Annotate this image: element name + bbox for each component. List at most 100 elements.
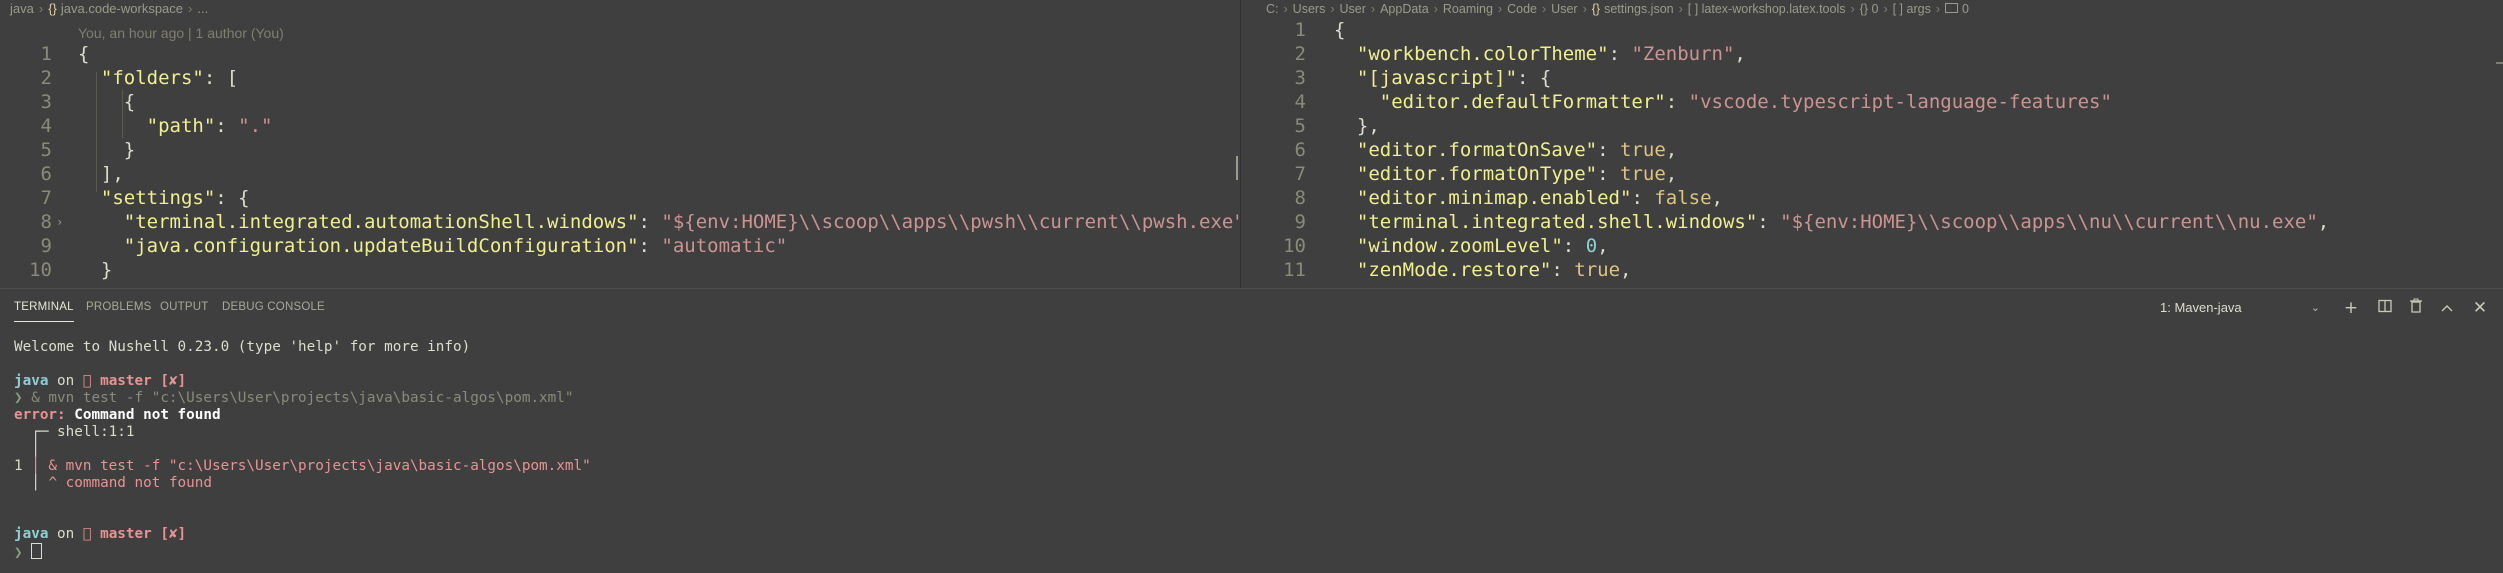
git-blame-codelens[interactable]: You, an hour ago | 1 author (You): [78, 24, 284, 42]
breadcrumb-appdata[interactable]: AppData: [1380, 2, 1429, 16]
right-editor[interactable]: C: › Users › User › AppData › Roaming › Code › User ›…: [1250, 0, 2503, 288]
json-key: "java.configuration.updateBuildConfigura…: [123, 235, 639, 257]
line-number: 5: [1294, 115, 1306, 137]
scrollbar-decoration: [1236, 156, 1238, 180]
breadcrumb-symbol-object[interactable]: {} 0: [1860, 2, 1879, 16]
code-text: : {: [215, 187, 250, 209]
tab-terminal[interactable]: TERMINAL: [14, 299, 74, 322]
breadcrumb-file[interactable]: java.code-workspace: [61, 1, 183, 16]
breadcrumb-folder[interactable]: java: [10, 1, 34, 16]
editor-split-divider[interactable]: [1240, 0, 1241, 288]
json-boolean: true: [1620, 139, 1666, 161]
bottom-panel: TERMINAL PROBLEMS OUTPUT DEBUG CONSOLE 1…: [0, 288, 2503, 573]
breadcrumb: C: › Users › User › AppData › Roaming › Code › User ›…: [1250, 0, 1969, 18]
prompt-chevron-icon: ❯: [14, 390, 23, 406]
code-line: 8 "editor.minimap.enabled": false,: [1250, 186, 2503, 210]
breadcrumb-symbol-tools[interactable]: [ ] latex-workshop.latex.tools: [1688, 2, 1846, 16]
json-string: "vscode.typescript-language-features": [1688, 91, 2112, 113]
split-terminal-icon[interactable]: [2374, 297, 2396, 319]
chevron-right-icon: ›: [1678, 2, 1683, 16]
breadcrumb-roaming[interactable]: Roaming: [1443, 2, 1493, 16]
code-line: 7 "editor.formatOnType": true,: [1250, 162, 2503, 186]
json-key: "editor.minimap.enabled": [1356, 187, 1632, 209]
breadcrumb-code[interactable]: Code: [1507, 2, 1537, 16]
code-text: {: [100, 91, 136, 113]
code-text: :: [1631, 187, 1655, 209]
input-line[interactable]: ❯: [14, 543, 2503, 561]
code-text: },: [1356, 115, 1380, 137]
code-text: :: [1757, 211, 1781, 233]
breadcrumb-symbol-index[interactable]: 0: [1962, 2, 1969, 16]
breadcrumb-user[interactable]: User: [1340, 2, 1366, 16]
trash-icon[interactable]: [2405, 297, 2427, 319]
code-text: ,: [1620, 259, 1632, 281]
chevron-right-icon: ›: [1433, 2, 1438, 16]
breadcrumb-symbol-args[interactable]: [ ] args: [1893, 2, 1931, 16]
code-lines[interactable]: 1{ 2 "workbench.colorTheme": "Zenburn", …: [1250, 18, 2503, 282]
close-panel-icon[interactable]: ✕: [2469, 297, 2491, 319]
left-editor[interactable]: java › {} java.code-workspace ›... You, an h…: [0, 0, 1240, 288]
diagnostic-marker: ^ command not found: [48, 475, 212, 491]
line-number: 7: [1294, 163, 1306, 185]
code-line: 4 "editor.defaultFormatter": "vscode.typ…: [1250, 90, 2503, 114]
json-key: "workbench.colorTheme": [1356, 43, 1609, 65]
error-label: error:: [14, 407, 66, 423]
fold-chevron-icon[interactable]: ›: [56, 210, 63, 234]
line-number: 7: [40, 187, 52, 209]
tab-problems[interactable]: PROBLEMS: [86, 299, 152, 321]
line-number: 5: [40, 139, 52, 161]
line-number: 4: [1294, 91, 1306, 113]
code-text: ,: [2317, 211, 2330, 233]
json-boolean: true: [1620, 163, 1666, 185]
command-text: & mvn test -f "c:\Users\User\projects\ja…: [22, 390, 574, 406]
code-line: 11 "zenMode.restore": true,: [1250, 258, 2503, 282]
code-text: :: [638, 235, 662, 257]
command-line: ❯ & mvn test -f "c:\Users\User\projects\…: [14, 390, 2503, 407]
line-number: 8: [1294, 187, 1306, 209]
breadcrumb-user-folder[interactable]: User: [1551, 2, 1577, 16]
line-number: 10: [29, 259, 52, 281]
code-text: :: [638, 211, 662, 233]
code-text: :: [1597, 139, 1620, 161]
line-number: 1: [1294, 19, 1306, 41]
code-line: 10 "window.zoomLevel": 0,: [1250, 234, 2503, 258]
terminal-selector[interactable]: 1: Maven-java ⌄: [2160, 297, 2320, 319]
line-number: 3: [40, 91, 52, 113]
breadcrumb-file[interactable]: settings.json: [1604, 2, 1673, 16]
code-line: 5 }: [0, 138, 1240, 162]
terminal-output[interactable]: Welcome to Nushell 0.23.0 (type 'help' f…: [14, 339, 2503, 561]
line-number: 2: [40, 67, 52, 89]
json-key: "editor.formatOnSave": [1356, 139, 1598, 161]
prompt-text: on: [48, 373, 83, 389]
json-string: "${env:HOME}\\scoop\\apps\\pwsh\\current…: [661, 211, 1240, 233]
scrollbar-decoration: [2496, 62, 2503, 64]
maximize-panel-icon[interactable]: [2436, 297, 2458, 319]
error-message: Command not found: [65, 407, 221, 423]
prompt-text: on: [48, 526, 83, 542]
add-terminal-icon[interactable]: +: [2340, 297, 2362, 319]
chevron-right-icon: ›: [1582, 2, 1587, 16]
json-string: "Zenburn": [1631, 43, 1735, 65]
code-line: 7 "settings": {: [0, 186, 1240, 210]
json-key: "settings": [100, 187, 216, 209]
code-lines[interactable]: 1{ 2 "folders": [ 3 { 4 "path": "." 5 } …: [0, 42, 1240, 282]
chevron-right-icon: ›: [1283, 2, 1288, 16]
json-key: "window.zoomLevel": [1356, 235, 1563, 257]
breadcrumb-more[interactable]: ...: [197, 1, 208, 16]
prompt-line: java on  master [✘]: [14, 373, 2503, 390]
tab-output[interactable]: OUTPUT: [160, 299, 208, 321]
prompt-directory: java: [14, 373, 49, 389]
code-line: › 8 "terminal.integrated.automationShell.…: [0, 210, 1240, 234]
breadcrumb-users[interactable]: Users: [1293, 2, 1326, 16]
json-key: "[javascript]": [1356, 67, 1518, 89]
code-text: ,: [1734, 43, 1746, 65]
line-number: 2: [1294, 43, 1306, 65]
breadcrumb-drive[interactable]: C:: [1266, 2, 1279, 16]
json-file-icon: {}: [1591, 2, 1601, 16]
diagnostic-gutter: │: [14, 475, 49, 491]
code-text: ,: [1665, 139, 1678, 161]
tab-debug-console[interactable]: DEBUG CONSOLE: [222, 299, 325, 321]
code-text: {: [78, 43, 90, 65]
